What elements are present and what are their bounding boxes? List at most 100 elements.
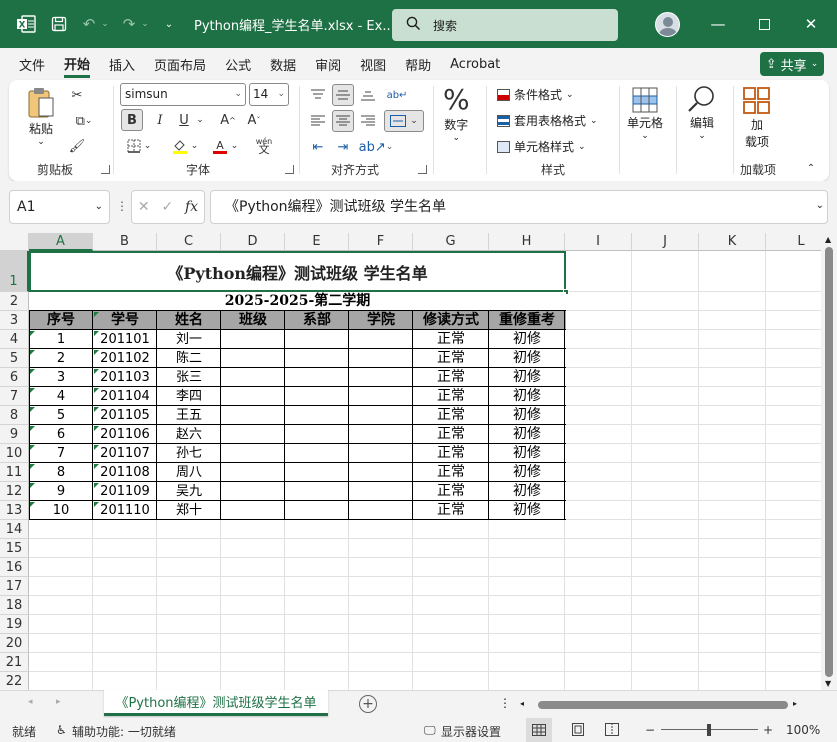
clipboard-launcher-icon[interactable]	[101, 165, 110, 174]
table-cell[interactable]: 初修	[489, 368, 565, 387]
table-cell[interactable]	[221, 349, 285, 368]
tab-acrobat[interactable]: Acrobat	[450, 57, 500, 72]
table-cell[interactable]: 8	[29, 463, 93, 482]
table-header-cell[interactable]: 系部	[285, 311, 349, 330]
column-header[interactable]: H	[489, 233, 565, 251]
row-header[interactable]: 16	[0, 558, 29, 577]
wrap-text-icon[interactable]: ab↵	[386, 84, 408, 106]
fill-color-icon[interactable]: ⌄	[167, 135, 203, 157]
table-cell[interactable]: 刘一	[157, 330, 221, 349]
column-header[interactable]: K	[699, 233, 766, 251]
table-cell[interactable]: 正常	[413, 387, 489, 406]
row-header[interactable]: 15	[0, 539, 29, 558]
table-cell[interactable]: 孙七	[157, 444, 221, 463]
row-header[interactable]: 7	[0, 387, 29, 406]
table-cell[interactable]	[349, 387, 413, 406]
vertical-scrollbar[interactable]: ▲ ▼	[821, 233, 837, 690]
format-painter-icon[interactable]: 🖌	[67, 136, 87, 156]
redo-icon[interactable]: ↷	[118, 13, 140, 35]
italic-button[interactable]: I	[149, 109, 171, 131]
table-cell[interactable]	[221, 330, 285, 349]
normal-view-icon[interactable]	[526, 718, 552, 742]
zoom-in-icon[interactable]: +	[763, 723, 773, 737]
table-cell[interactable]: 初修	[489, 463, 565, 482]
table-cell[interactable]: 正常	[413, 406, 489, 425]
table-cell[interactable]: 正常	[413, 349, 489, 368]
table-header-cell[interactable]: 序号	[29, 311, 93, 330]
table-cell[interactable]: 7	[29, 444, 93, 463]
sheet-title-cell[interactable]: 《Python编程》测试班级 学生名单	[29, 251, 566, 292]
table-header-cell[interactable]: 重修重考	[489, 311, 565, 330]
prev-sheet-icon[interactable]: ◂	[28, 697, 33, 707]
table-cell[interactable]	[285, 349, 349, 368]
row-header[interactable]: 5	[0, 349, 29, 368]
tab-page-layout[interactable]: 页面布局	[154, 55, 206, 74]
more-options-icon[interactable]: ⋮	[116, 199, 128, 213]
tab-home[interactable]: 开始	[64, 54, 91, 78]
page-layout-view-icon[interactable]	[572, 723, 584, 739]
table-cell[interactable]: 6	[29, 425, 93, 444]
row-header[interactable]: 20	[0, 634, 29, 653]
table-cell[interactable]	[221, 425, 285, 444]
font-launcher-icon[interactable]	[285, 165, 294, 174]
search-box[interactable]: 搜索	[392, 9, 618, 41]
horizontal-scroll-thumb[interactable]	[538, 701, 788, 709]
table-cell[interactable]: 正常	[413, 501, 489, 520]
table-cell[interactable]: 201104	[93, 387, 157, 406]
table-cell[interactable]	[349, 425, 413, 444]
row-header[interactable]: 14	[0, 520, 29, 539]
save-icon[interactable]	[48, 13, 70, 35]
undo-icon[interactable]: ↶	[78, 13, 100, 35]
zoom-out-icon[interactable]: −	[645, 723, 655, 737]
table-cell[interactable]: 郑十	[157, 501, 221, 520]
worksheet[interactable]: A B C D E F G H I J K L 1 2 3 4 5 6 7 8 9 10 11 12 13 14 15 16 17 18 1…	[0, 233, 837, 690]
share-button[interactable]: ⇪ 共享 ⌄	[760, 52, 824, 76]
align-top-icon[interactable]	[307, 84, 329, 106]
plus-circle-icon[interactable]: +	[359, 695, 377, 713]
align-bottom-icon[interactable]	[357, 84, 379, 106]
scroll-right-icon[interactable]: ▸	[793, 699, 797, 708]
column-header[interactable]: E	[285, 233, 349, 251]
table-cell[interactable]: 1	[29, 330, 93, 349]
font-size-select[interactable]: 14 ⌄	[249, 83, 289, 106]
row-header[interactable]: 12	[0, 482, 29, 501]
underline-dropdown-icon[interactable]: ⌄	[195, 109, 205, 131]
tab-insert[interactable]: 插入	[109, 55, 135, 74]
cells-button[interactable]: 单元格 ⌄	[627, 86, 663, 141]
format-as-table-button[interactable]: 套用表格格式 ⌄	[497, 112, 598, 129]
align-right-icon[interactable]	[357, 110, 379, 132]
redo-dropdown-icon[interactable]: ⌄	[140, 13, 150, 35]
copy-icon[interactable]: ⧉ ⌄	[67, 111, 101, 131]
font-color-icon[interactable]: A ⌄	[207, 135, 243, 157]
table-cell[interactable]: 吴九	[157, 482, 221, 501]
row-header[interactable]: 10	[0, 444, 29, 463]
column-header[interactable]: J	[632, 233, 699, 251]
merge-center-icon[interactable]: ⌄	[384, 110, 424, 132]
table-cell[interactable]: 5	[29, 406, 93, 425]
table-cell[interactable]: 陈二	[157, 349, 221, 368]
table-cell[interactable]: 正常	[413, 463, 489, 482]
table-cell[interactable]: 初修	[489, 425, 565, 444]
expand-formula-icon[interactable]: ⌄	[816, 200, 824, 211]
align-center-icon[interactable]	[332, 110, 354, 132]
tab-file[interactable]: 文件	[19, 55, 45, 74]
table-cell[interactable]	[349, 463, 413, 482]
table-header-cell[interactable]: 班级	[221, 311, 285, 330]
table-cell[interactable]	[285, 463, 349, 482]
table-cell[interactable]: 4	[29, 387, 93, 406]
scroll-left-icon[interactable]: ◂	[520, 699, 524, 708]
table-cell[interactable]: 初修	[489, 482, 565, 501]
cut-icon[interactable]: ✂	[67, 85, 87, 105]
table-cell[interactable]	[285, 387, 349, 406]
table-cell[interactable]: 张三	[157, 368, 221, 387]
row-header[interactable]: 9	[0, 425, 29, 444]
tab-data[interactable]: 数据	[270, 55, 296, 74]
table-cell[interactable]: 9	[29, 482, 93, 501]
undo-dropdown-icon[interactable]: ⌄	[100, 13, 110, 35]
table-cell[interactable]: 201106	[93, 425, 157, 444]
table-cell[interactable]: 初修	[489, 387, 565, 406]
table-cell[interactable]: 201105	[93, 406, 157, 425]
table-cell[interactable]: 赵六	[157, 425, 221, 444]
table-header-cell[interactable]: 姓名	[157, 311, 221, 330]
table-cell[interactable]	[221, 463, 285, 482]
